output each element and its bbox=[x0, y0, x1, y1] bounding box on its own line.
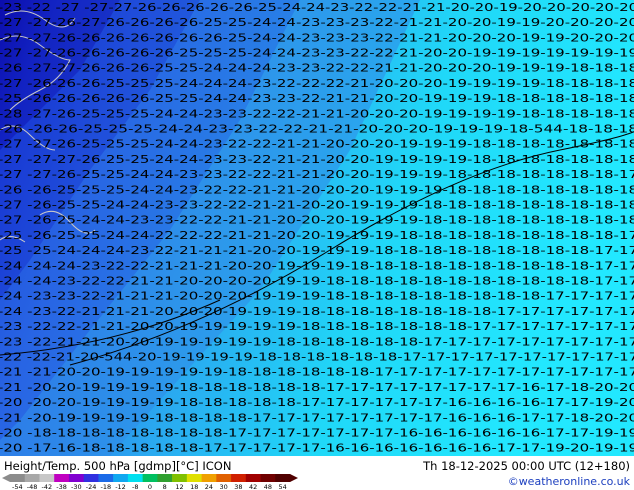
colorbar-swatch bbox=[216, 474, 232, 482]
temperature-row: -27 -27-26-26-26-26-26-26-26-25-24-24-23… bbox=[0, 32, 634, 44]
colorbar-swatch bbox=[127, 474, 143, 482]
colorbar-label: -24 bbox=[86, 483, 97, 490]
colorbar-swatch bbox=[275, 474, 291, 482]
colorbar-arrow-left bbox=[2, 474, 10, 482]
colorbar-label: -12 bbox=[115, 483, 126, 490]
colorbar-label: 0 bbox=[148, 483, 152, 490]
temperature-row: -26 -27-27-26-26-26-25-25-24-24-24-23-23… bbox=[0, 63, 634, 75]
colorbar-label: -42 bbox=[42, 483, 53, 490]
temperature-row: -27 -27-26-27-26-26-26-26-25-25-24-24-23… bbox=[0, 17, 634, 29]
colorbar-swatch bbox=[24, 474, 40, 482]
temperature-row: -20 -18-18-18-18-18-18-18-18-17-17-17-17… bbox=[0, 428, 634, 440]
colorbar-swatch bbox=[83, 474, 99, 482]
temperature-row: -20 -17-16-18-18-18-18-18-17-17-17-17-17… bbox=[0, 443, 634, 455]
colorbar-swatch bbox=[98, 474, 114, 482]
temperature-row: -27 -27-26-25-25-25-24-24-23-22-22-21-21… bbox=[0, 139, 634, 151]
colorbar-swatch bbox=[260, 474, 276, 482]
temperature-row: -28 -27-26-25-25-25-24-24-23-23-22-22-21… bbox=[0, 108, 634, 120]
temperature-row: -27 -26-25-25-24-24-23-23-22-22-21-21-20… bbox=[0, 200, 634, 212]
colorbar-swatch bbox=[113, 474, 129, 482]
temperature-row: -21 -20-19-19-19-19-18-18-18-18-17-17-17… bbox=[0, 412, 634, 424]
colorbar-swatch bbox=[201, 474, 217, 482]
weather-map: -23 -22 -27 -27-27-26-26-26-26-26-25-24-… bbox=[0, 0, 634, 456]
temperature-row: -23 -22 -27 -27-27-26-26-26-26-26-25-24-… bbox=[0, 2, 634, 14]
colorbar-label: 18 bbox=[190, 483, 198, 490]
colorbar-swatch bbox=[10, 474, 26, 482]
temperature-row: -20 -20-20-19-19-19-19-18-18-18-18-18-17… bbox=[0, 397, 634, 409]
temperature-row: -27 -27-27-26-25-25-24-24-23-23-22-21-21… bbox=[0, 154, 634, 166]
colorbar-swatch bbox=[39, 474, 55, 482]
temperature-row: -21 -21-20-20-19-19-19-19-19-18-18-18-18… bbox=[0, 367, 634, 379]
colorbar-label: 38 bbox=[234, 483, 242, 490]
colorbar-swatch bbox=[245, 474, 261, 482]
temperature-row: -21 -20-20-19-19-19-19-18-18-18-18-18-18… bbox=[0, 382, 634, 394]
colorbar-swatch bbox=[54, 474, 70, 482]
colorbar-swatch bbox=[172, 474, 188, 482]
temperature-row: -23 -22-22-21-21-20-20-19-19-19-19-19-18… bbox=[0, 321, 634, 333]
temperature-row: -24 -23-22-21-21-21-20-20-20-19-19-19-18… bbox=[0, 306, 634, 318]
colorbar-swatch bbox=[186, 474, 202, 482]
colorbar-label: -38 bbox=[56, 483, 67, 490]
color-scale: -54 -48 -42 -38 -30 -24 -18 -12 -8 0 8 12 18 24 30 38 42… bbox=[2, 474, 298, 490]
colorbar-label: -18 bbox=[100, 483, 111, 490]
colorbar-swatch bbox=[142, 474, 158, 482]
colorbar-swatch bbox=[231, 474, 247, 482]
valid-time: Th 18-12-2025 00:00 UTC (12+180) bbox=[423, 459, 630, 473]
temperature-row: -27 -26-25-24-24-23-23-22-22-21-21-20-20… bbox=[0, 215, 634, 227]
colorbar-label: 48 bbox=[264, 483, 272, 490]
colorbar-label: 42 bbox=[249, 483, 257, 490]
temperature-row: -27 -27-26-26-26-26-26-25-25-25-24-24-23… bbox=[0, 48, 634, 60]
colorbar-swatch bbox=[68, 474, 84, 482]
temperature-row: -24 -24-23-22-22-21-21-20-20-20-20-19-19… bbox=[0, 276, 634, 288]
colorbar-label: 24 bbox=[205, 483, 213, 490]
colorbar-label: 12 bbox=[175, 483, 183, 490]
temperature-row: -26 -26-26-25-25-25-24-24-23-23-22-22-21… bbox=[0, 124, 634, 136]
colorbar-label: -8 bbox=[132, 483, 138, 490]
temperature-row: -24 -23-23-22-21-21-21-20-20-20-19-19-19… bbox=[0, 291, 634, 303]
colorbar-label: 8 bbox=[163, 483, 167, 490]
credit-link[interactable]: ©weatheronline.co.uk bbox=[508, 475, 630, 489]
colorbar-label: 54 bbox=[278, 483, 286, 490]
temperature-row: -25 -26-25-25-24-24-22-22-22-21-21-20-20… bbox=[0, 230, 634, 242]
temperature-row: -22 -22-21-20-544-20-19-19-19-19-18-18-1… bbox=[0, 352, 634, 364]
colorbar-label: 30 bbox=[220, 483, 228, 490]
temperature-row: -23 -22-21-21-20-20-19-19-19-19-19-18-18… bbox=[0, 336, 634, 348]
colorbar-swatch bbox=[157, 474, 173, 482]
map-title: Height/Temp. 500 hPa [gdmp][°C] ICON bbox=[4, 459, 232, 473]
temperature-row: -25 -26-26-26-26-26-25-25-24-24-23-23-22… bbox=[0, 93, 634, 105]
temperature-row: -25 -25-24-24-24-23-22-21-21-21-20-20-19… bbox=[0, 245, 634, 257]
colorbar-label: -48 bbox=[27, 483, 38, 490]
colorbar-label: -54 bbox=[12, 483, 23, 490]
colorbar-label: -30 bbox=[71, 483, 82, 490]
temperature-row: -27 -26-26-26-25-25-25-24-24-24-23-22-22… bbox=[0, 78, 634, 90]
temperature-row: -26 -26-25-25-25-24-24-23-22-22-21-21-20… bbox=[0, 184, 634, 196]
map-footer: Height/Temp. 500 hPa [gdmp][°C] ICON Th … bbox=[0, 456, 634, 490]
temperature-row: -27 -27-26-25-25-24-24-23-23-22-22-21-21… bbox=[0, 169, 634, 181]
temperature-row: -24 -24-24-23-22-22-21-21-21-20-20-19-19… bbox=[0, 260, 634, 272]
colorbar-arrow-right bbox=[290, 474, 298, 482]
